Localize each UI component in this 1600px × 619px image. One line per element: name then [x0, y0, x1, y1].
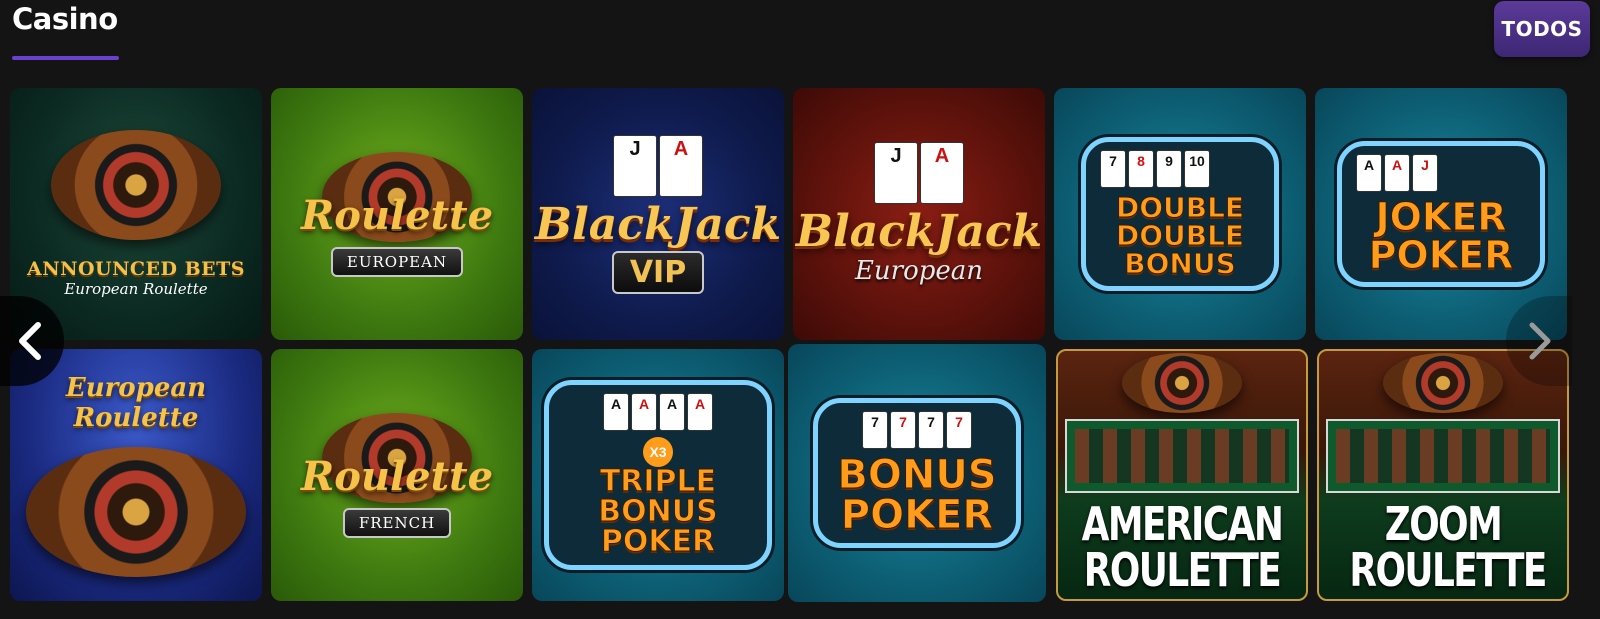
roulette-wheel-image — [1122, 353, 1242, 413]
playing-cards-image: JA — [874, 142, 964, 204]
game-subtitle: FRENCH — [342, 507, 452, 538]
game-tile-blackjack-vip[interactable]: JA BlackJack VIP — [532, 88, 784, 340]
game-title: BlackJack — [534, 198, 782, 250]
playing-cards-image: 7 8 9 10 — [1100, 150, 1260, 188]
game-subtitle: VIP — [611, 250, 705, 294]
game-title: TRIPLE BONUS POKER — [598, 464, 718, 559]
roulette-table-image — [1065, 419, 1299, 493]
game-title: Roulette — [300, 191, 494, 239]
game-title: European Roulette — [65, 373, 207, 433]
game-logo-frame: 7 7 7 7 BONUS POKER — [813, 398, 1021, 548]
playing-cards-image: 7 7 7 7 — [832, 411, 1002, 449]
game-tile-double-double-bonus[interactable]: 7 8 9 10 DOUBLE DOUBLE BONUS — [1054, 88, 1306, 340]
game-logo-frame: A A A A X3 TRIPLE BONUS POKER — [544, 380, 772, 570]
roulette-wheel-image — [51, 130, 221, 240]
playing-cards-image: A A J — [1356, 154, 1526, 192]
game-title: ZOOM ROULETTE — [1349, 497, 1547, 597]
game-tile-announced-bets[interactable]: ANNOUNCED BETS European Roulette — [10, 88, 262, 340]
game-title: AMERICAN ROULETTE — [1081, 497, 1284, 597]
game-subtitle: EUROPEAN — [330, 246, 464, 277]
game-title: ANNOUNCED BETS — [26, 258, 246, 280]
game-tile-triple-bonus-poker[interactable]: A A A A X3 TRIPLE BONUS POKER — [532, 349, 784, 601]
game-title: Roulette — [300, 452, 494, 500]
roulette-wheel-image — [1383, 353, 1503, 413]
playing-cards-image: JA — [613, 134, 703, 197]
game-title: JOKER POKER — [1368, 195, 1514, 277]
game-subtitle: European Roulette — [64, 280, 208, 298]
playing-cards-image: A A A A — [563, 393, 753, 431]
game-tile-blackjack-european[interactable]: JA BlackJack European — [793, 88, 1045, 340]
chevron-right-icon — [1529, 322, 1551, 360]
game-title: BONUS POKER — [837, 452, 997, 538]
game-title: BlackJack — [795, 206, 1043, 257]
game-tile-roulette-european[interactable]: Roulette EUROPEAN — [271, 88, 523, 340]
game-logo-frame: 7 8 9 10 DOUBLE DOUBLE BONUS — [1081, 137, 1279, 291]
game-title: DOUBLE DOUBLE BONUS — [1115, 191, 1245, 280]
game-tile-american-roulette[interactable]: AMERICAN ROULETTE — [1056, 349, 1308, 601]
roulette-wheel-image — [26, 447, 246, 577]
game-tile-roulette-french[interactable]: Roulette FRENCH — [271, 349, 523, 601]
game-tile-european-roulette[interactable]: European Roulette — [10, 349, 262, 601]
roulette-table-image — [1326, 419, 1560, 493]
chevron-left-icon — [19, 322, 41, 360]
game-tile-bonus-poker[interactable]: 7 7 7 7 BONUS POKER — [788, 344, 1046, 602]
game-subtitle: European — [854, 256, 984, 286]
section-title-underline — [12, 56, 119, 60]
game-logo-frame: A A J JOKER POKER — [1337, 141, 1545, 287]
view-all-button[interactable]: TODOS — [1494, 1, 1590, 57]
section-title: Casino — [12, 2, 118, 36]
game-tile-zoom-roulette[interactable]: ZOOM ROULETTE — [1317, 349, 1569, 601]
multiplier-badge: X3 — [643, 437, 673, 467]
